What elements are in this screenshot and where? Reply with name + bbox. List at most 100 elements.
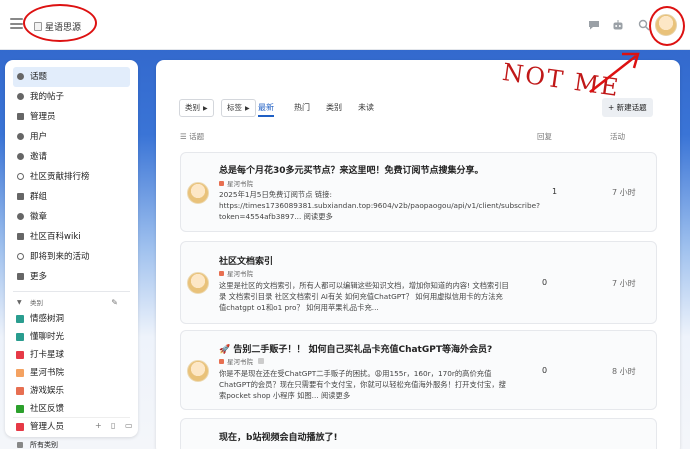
sidebar-item-label: 用户 <box>30 132 48 142</box>
category-item[interactable]: 社区反馈 <box>13 400 130 418</box>
link-icon <box>17 173 24 180</box>
mobile-icon[interactable]: ▯ <box>111 421 115 430</box>
sidebar-item-label: 社区贡献排行榜 <box>30 172 90 182</box>
chat-icon[interactable] <box>588 19 600 31</box>
tab-categories[interactable]: 类别 <box>326 99 342 117</box>
sidebar-item-topics[interactable]: 话题 <box>13 67 130 87</box>
category-label: 打卡星球 <box>30 350 65 360</box>
topic-category-label: 星河书院 <box>227 358 253 366</box>
robot-icon[interactable] <box>612 19 624 31</box>
category-swatch <box>219 180 224 186</box>
category-label: 游戏娱乐 <box>30 386 65 396</box>
sidebar-item-users[interactable]: 用户 <box>13 127 130 147</box>
category-swatch <box>16 387 24 395</box>
category-swatch <box>219 358 224 364</box>
sidebar-item-leaderboard[interactable]: 社区贡献排行榜 <box>13 167 130 187</box>
wrench-icon <box>17 113 24 120</box>
category-item[interactable]: 星河书院 <box>13 364 130 382</box>
topic-replies: 0 <box>542 278 548 287</box>
topic-category-tag[interactable]: 星河书院 <box>219 356 264 366</box>
topic-title[interactable]: 现在，b站视频会自动播放了! <box>219 430 338 443</box>
topic-row[interactable]: 社区文档索引 星河书院 这里是社区的文档索引，所有人都可以编辑这些知识文档，增加… <box>180 241 657 324</box>
category-item[interactable]: 打卡星球 <box>13 346 130 364</box>
sidebar-item-admin[interactable]: 管理员 <box>13 107 130 127</box>
topic-category-tag[interactable]: 星河书院 <box>219 268 253 278</box>
category-swatch <box>16 369 24 377</box>
sidebar-item-my-posts[interactable]: 我的帖子 <box>13 87 130 107</box>
user-icon <box>17 93 24 100</box>
category-filter-label: 类别 <box>185 103 200 112</box>
image-icon <box>258 358 264 364</box>
column-header-replies: 回复 <box>537 132 552 141</box>
category-label: 星河书院 <box>30 368 65 378</box>
tag-filter-dropdown[interactable]: 标签 ▶ <box>221 99 256 117</box>
category-item[interactable]: 情感树洞 <box>13 310 130 328</box>
sidebar-item-more[interactable]: 更多 <box>13 267 130 287</box>
topic-excerpt: 这里是社区的文档索引，所有人都可以编辑这些知识文档，增加你知道的内容! 文档索引… <box>219 281 509 312</box>
topic-row[interactable]: 现在，b站视频会自动播放了! <box>180 418 657 449</box>
sidebar-item-label: 更多 <box>30 272 48 282</box>
topic-excerpt: 你是不是现在还在受ChatGPT二手贩子的困扰。😩用155r，160r，170r… <box>219 369 506 400</box>
caret-right-icon: ▶ <box>245 105 250 112</box>
sidebar-item-wiki[interactable]: 社区百科wiki <box>13 227 130 247</box>
link-icon <box>17 253 24 260</box>
sidebar-item-groups[interactable]: 群组 <box>13 187 130 207</box>
badge-icon <box>17 213 24 220</box>
site-header: 星语思源 <box>0 0 690 50</box>
invite-icon <box>17 153 24 160</box>
tab-unread[interactable]: 未读 <box>358 99 374 117</box>
column-header-label: 话题 <box>189 132 205 141</box>
topic-excerpt: 2025年1月5日免费订阅节点 链接: https://times1736089… <box>219 190 540 221</box>
category-filter-dropdown[interactable]: 类别 ▶ <box>179 99 214 117</box>
topic-category-label: 星河书院 <box>227 180 253 188</box>
sidebar-item-label: 邀请 <box>30 152 48 162</box>
topic-title[interactable]: 🚀 告别二手贩子！！ 如何自己买礼品卡充值ChatGPT等海外会员? <box>219 342 492 355</box>
desktop-icon[interactable]: ▭ <box>125 421 133 430</box>
category-swatch <box>16 351 24 359</box>
category-item[interactable]: 游戏娱乐 <box>13 382 130 400</box>
column-header-topic: ☰ 话题 <box>180 131 204 142</box>
topic-activity[interactable]: 8 小时 <box>612 366 636 377</box>
tab-hot[interactable]: 热门 <box>294 99 310 117</box>
sidebar-item-label: 管理员 <box>30 112 56 122</box>
topic-category-tag[interactable]: 星河书院 <box>219 178 253 188</box>
column-header-activity: 活动 <box>610 132 625 141</box>
author-avatar[interactable] <box>187 272 209 294</box>
author-avatar[interactable] <box>187 360 209 382</box>
topic-title[interactable]: 总是每个月花30多元买节点？来这里吧！免费订阅节点搜集分享。 <box>219 163 484 176</box>
category-label: 社区反馈 <box>30 404 65 414</box>
topic-activity[interactable]: 7 小时 <box>612 187 636 198</box>
sidebar-item-events[interactable]: 即将到来的活动 <box>13 247 130 267</box>
users-icon <box>17 133 24 140</box>
annotation-circle-logo <box>23 4 97 42</box>
author-avatar[interactable] <box>187 182 209 204</box>
topic-category-label: 星河书院 <box>227 270 253 278</box>
pencil-icon[interactable]: ✎ <box>111 296 118 310</box>
category-swatch <box>16 315 24 323</box>
all-categories-label: 所有类别 <box>30 441 58 449</box>
sidebar-item-invite[interactable]: 邀请 <box>13 147 130 167</box>
plus-icon[interactable]: + <box>95 421 102 430</box>
chevron-down-icon: ▼ <box>17 299 22 306</box>
topic-row[interactable]: 总是每个月花30多元买节点？来这里吧！免费订阅节点搜集分享。 星河书院 2025… <box>180 152 657 232</box>
doc-icon <box>17 233 24 240</box>
category-label: 懂聊时光 <box>30 332 65 342</box>
caret-right-icon: ▶ <box>203 105 208 112</box>
topic-row[interactable]: 🚀 告别二手贩子！！ 如何自己买礼品卡充值ChatGPT等海外会员? 星河书院 … <box>180 330 657 410</box>
more-icon <box>17 273 24 280</box>
category-swatch <box>16 333 24 341</box>
sidebar-item-label: 群组 <box>30 192 48 202</box>
topic-activity[interactable]: 7 小时 <box>612 278 636 289</box>
category-label: 情感树洞 <box>30 314 65 324</box>
list-icon: ☰ <box>180 132 190 141</box>
sidebar-item-label: 即将到来的活动 <box>30 252 90 262</box>
hamburger-icon[interactable] <box>10 18 23 29</box>
categories-header[interactable]: ▼ 类别 ✎ <box>13 296 130 310</box>
sidebar-item-label: 社区百科wiki <box>30 232 81 242</box>
tab-latest[interactable]: 最新 <box>258 99 274 117</box>
topic-title[interactable]: 社区文档索引 <box>219 254 273 267</box>
sidebar-item-badges[interactable]: 徽章 <box>13 207 130 227</box>
all-categories[interactable]: 所有类别 <box>13 436 130 449</box>
category-item[interactable]: 懂聊时光 <box>13 328 130 346</box>
tag-filter-label: 标签 <box>227 103 242 112</box>
